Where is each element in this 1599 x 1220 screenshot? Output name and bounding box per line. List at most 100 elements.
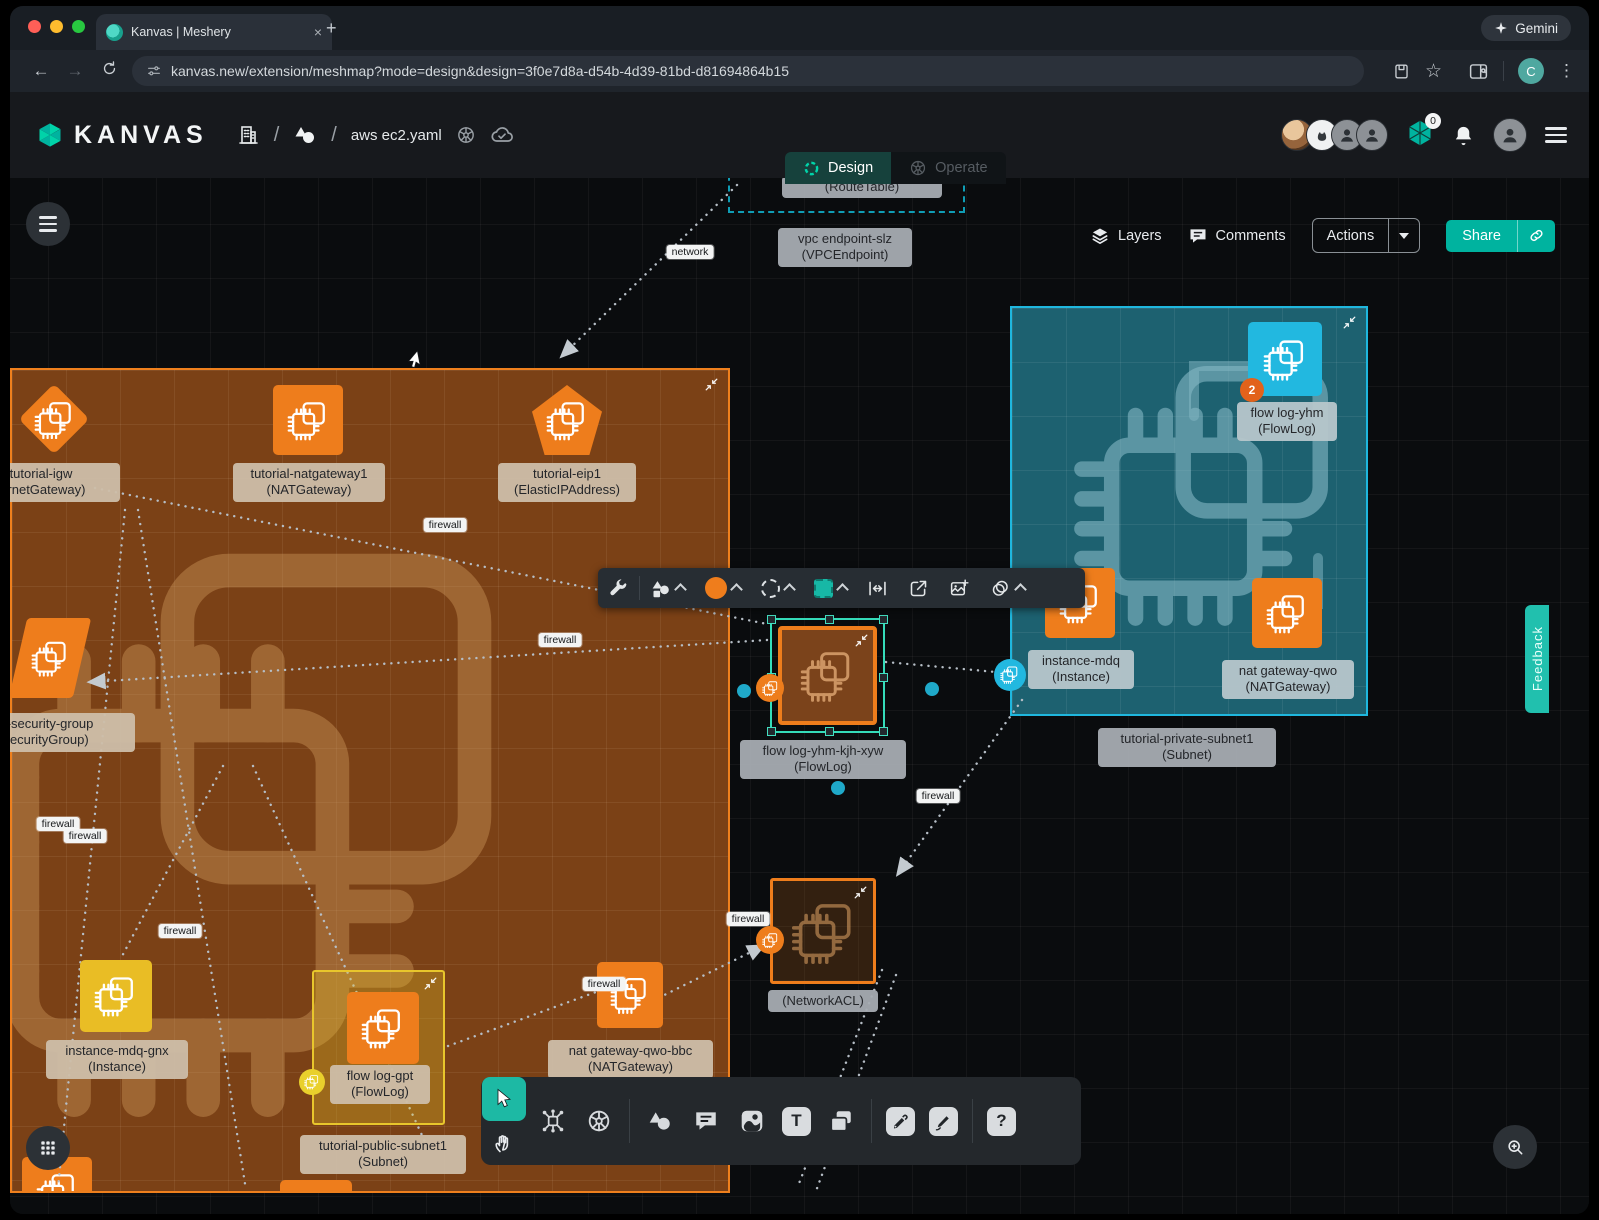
app-menu-icon[interactable] (1545, 123, 1567, 147)
lasso-button[interactable] (980, 568, 1035, 608)
share-button[interactable]: Share (1446, 220, 1555, 252)
node-label-natgateway1[interactable]: tutorial-natgateway1(NATGateway) (233, 463, 385, 502)
collapse-icon[interactable] (705, 378, 718, 391)
collapse-icon[interactable] (424, 977, 437, 990)
organization-icon[interactable] (236, 123, 260, 147)
edge-label-firewall[interactable]: firewall (539, 633, 582, 647)
shape-picker-button[interactable] (640, 568, 695, 608)
node-nat-gateway-bbc[interactable] (597, 962, 663, 1028)
canvas-menu-button[interactable] (26, 202, 70, 246)
browser-tab[interactable]: Kanvas | Meshery × (96, 14, 332, 50)
node-label-igw[interactable]: tutorial-igwternetGateway) (10, 463, 120, 502)
node-label-network-acl[interactable]: (NetworkACL) (768, 990, 878, 1012)
border-style-button[interactable] (751, 568, 804, 608)
address-bar[interactable]: kanvas.new/extension/meshmap?mode=design… (132, 56, 1364, 86)
edge-label-firewall[interactable]: firewall (727, 912, 770, 926)
collapse-icon[interactable] (1343, 316, 1356, 329)
node-label-instance-mdq[interactable]: instance-mdq(Instance) (1028, 650, 1134, 689)
select-tool-active[interactable] (482, 1077, 526, 1121)
bookmark-star-icon[interactable]: ☆ (1425, 60, 1442, 83)
forward-button[interactable]: → (58, 61, 92, 81)
new-tab-button[interactable]: + (326, 18, 337, 39)
resize-width-button[interactable] (857, 568, 898, 608)
tab-close-icon[interactable]: × (314, 24, 322, 40)
text-tool[interactable]: T (782, 1107, 811, 1136)
tab-operate[interactable]: Operate (891, 152, 1005, 184)
add-image-button[interactable] (939, 568, 980, 608)
browser-menu-icon[interactable]: ⋮ (1558, 61, 1575, 81)
node-flow-log-gpt[interactable] (347, 992, 419, 1064)
pen-tool[interactable] (886, 1107, 915, 1136)
mesh-components-tool[interactable] (537, 1105, 569, 1137)
connection-dot[interactable] (925, 682, 939, 696)
edge-label-firewall[interactable]: firewall (424, 518, 467, 532)
apps-grid-button[interactable] (26, 1126, 70, 1170)
browser-profile-avatar[interactable]: C (1518, 58, 1544, 84)
node-label-security-group[interactable]: al-security-groupSecurityGroup) (10, 713, 135, 752)
actions-button[interactable]: Actions (1312, 218, 1421, 253)
edge-badge-orange[interactable] (756, 674, 784, 702)
node-label-public-subnet[interactable]: tutorial-public-subnet1(Subnet) (300, 1135, 466, 1174)
image-tool[interactable] (736, 1105, 768, 1137)
node-label-nat-qwo[interactable]: nat gateway-qwo(NATGateway) (1222, 660, 1354, 699)
open-external-button[interactable] (898, 568, 939, 608)
help-button[interactable]: ? (987, 1107, 1016, 1136)
share-link-icon[interactable] (1517, 220, 1555, 252)
design-canvas[interactable]: (RouteTable) vpc endpoint-slz(VPCEndpoin… (10, 178, 1589, 1214)
tab-design[interactable]: Design (785, 152, 891, 184)
collaborator-avatars[interactable] (1288, 119, 1388, 151)
collapse-icon[interactable] (855, 634, 868, 647)
back-button[interactable]: ← (24, 61, 58, 81)
collapse-icon[interactable] (854, 886, 867, 899)
site-settings-icon[interactable] (146, 63, 162, 79)
node-label-private-subnet[interactable]: tutorial-private-subnet1(Subnet) (1098, 728, 1276, 767)
node-instance-gnx[interactable] (80, 960, 152, 1032)
edge-label-network[interactable]: network (667, 245, 714, 259)
design-file-name[interactable]: aws ec2.yaml (351, 127, 442, 144)
minimize-window-icon[interactable] (50, 20, 63, 33)
connection-dot[interactable] (737, 684, 751, 698)
shapes-tool[interactable] (644, 1105, 676, 1137)
feedback-tab[interactable]: Feedback (1525, 605, 1549, 713)
pan-hand-tool[interactable] (482, 1121, 526, 1165)
edge-badge-orange[interactable] (756, 926, 784, 954)
bell-icon[interactable] (1452, 124, 1475, 147)
edge-label-firewall[interactable]: firewall (159, 924, 202, 938)
tools-wrench-button[interactable] (598, 568, 639, 608)
brush-tool[interactable] (929, 1107, 958, 1136)
save-icon[interactable] (1392, 62, 1411, 81)
node-label-eip1[interactable]: tutorial-eip1(ElasticIPAddress) (498, 463, 636, 502)
node-label-flow-log-gpt[interactable]: flow log-gpt(FlowLog) (330, 1065, 430, 1104)
node-label-flow-log-yhm[interactable]: flow log-yhm(FlowLog) (1237, 402, 1337, 441)
window-controls[interactable] (28, 20, 85, 33)
note-tool[interactable] (825, 1105, 857, 1137)
node-internet-gateway[interactable] (20, 385, 88, 453)
node-nat-gateway-qwo[interactable] (1252, 578, 1322, 648)
user-avatar[interactable] (1493, 118, 1527, 152)
edge-badge-yellow[interactable] (299, 1069, 325, 1095)
edge-label-firewall[interactable]: firewall (917, 789, 960, 803)
side-panel-icon[interactable] (1468, 61, 1489, 82)
node-label-instance-gnx[interactable]: instance-mdq-gnx(Instance) (46, 1040, 188, 1079)
gemini-button[interactable]: Gemini (1481, 15, 1571, 41)
comment-tool[interactable] (690, 1105, 722, 1137)
actions-dropdown-caret[interactable] (1388, 219, 1419, 252)
layers-button[interactable]: Layers (1090, 226, 1162, 246)
comments-button[interactable]: Comments (1188, 226, 1286, 246)
node-network-acl[interactable] (770, 878, 876, 984)
collaborator-avatar[interactable] (1356, 119, 1388, 151)
node-partial[interactable] (280, 1180, 352, 1193)
node-label-nat-bbc[interactable]: nat gateway-qwo-bbc(NATGateway) (548, 1040, 713, 1079)
node-label-vpc-endpoint[interactable]: vpc endpoint-slz(VPCEndpoint) (778, 228, 912, 267)
meshery-notifications[interactable]: 0 (1406, 119, 1434, 152)
reload-button[interactable] (92, 60, 126, 82)
maximize-window-icon[interactable] (72, 20, 85, 33)
kanvas-logo[interactable]: KANVAS (36, 121, 208, 150)
zoom-button[interactable] (1493, 1125, 1537, 1169)
fill-color-button[interactable] (695, 568, 751, 608)
node-label-flow-log-kjh[interactable]: flow log-yhm-kjh-xyw(FlowLog) (740, 740, 906, 779)
connection-dot[interactable] (831, 781, 845, 795)
node-nat-gateway-1[interactable] (273, 385, 343, 455)
close-window-icon[interactable] (28, 20, 41, 33)
background-style-button[interactable] (804, 568, 857, 608)
